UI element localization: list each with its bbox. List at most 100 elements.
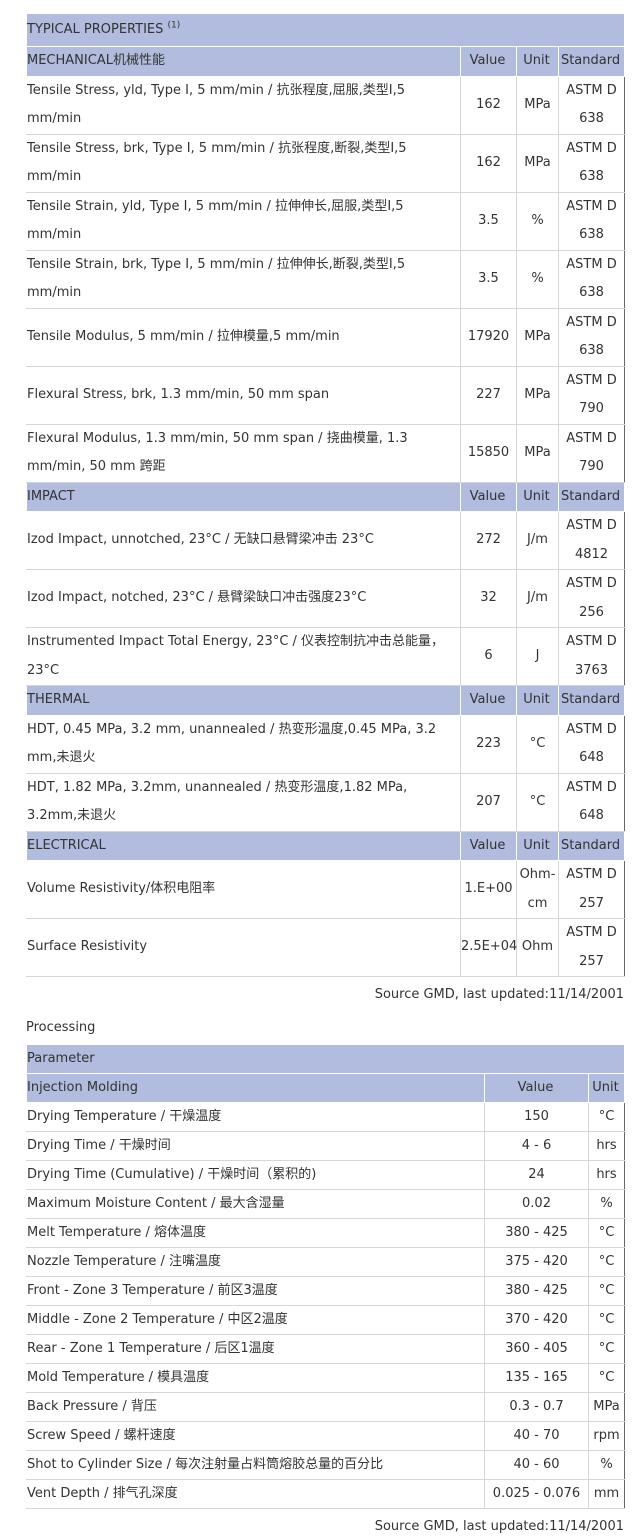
parameter-value: 380 - 425 [484, 1218, 589, 1248]
property-unit: J/m [516, 511, 559, 570]
property-value: 3.5 [460, 249, 517, 309]
property-name: Flexural Stress, brk, 1.3 mm/min, 50 mm … [26, 365, 461, 425]
property-unit: J [516, 627, 559, 686]
typical-properties-table: TYPICAL PROPERTIES (1) MECHANICAL机械性能 Va… [25, 13, 626, 977]
unit-header: Unit [516, 481, 559, 512]
unit-header: Unit [516, 830, 559, 861]
parameter-name: Vent Depth / 排气孔深度 [26, 1479, 485, 1509]
parameter-value: 135 - 165 [484, 1363, 589, 1393]
table-row: Drying Time (Cumulative) / 干燥时间（累积的) 24 … [26, 1160, 625, 1190]
property-value: 227 [460, 365, 517, 425]
table-row: Drying Time / 干燥时间 4 - 6 hrs [26, 1131, 625, 1161]
parameter-unit: °C [588, 1102, 625, 1132]
property-standard: ASTM D 638 [557, 249, 625, 309]
parameter-value: 24 [484, 1160, 589, 1190]
value-header: Value [460, 830, 517, 861]
parameter-unit: rpm [588, 1421, 625, 1451]
property-standard: ASTM D 790 [557, 423, 625, 483]
table-row: Screw Speed / 螺杆速度 40 - 70 rpm [26, 1421, 625, 1451]
parameter-name: Back Pressure / 背压 [26, 1392, 485, 1422]
table-row: Middle - Zone 2 Temperature / 中区2温度 370 … [26, 1305, 625, 1335]
property-name: HDT, 0.45 MPa, 3.2 mm, unannealed / 热变形温… [26, 714, 461, 774]
standard-header: Standard [557, 46, 626, 77]
property-unit: MPa [516, 423, 559, 483]
section-header-injection-molding: Injection Molding Value Unit [26, 1073, 625, 1103]
section-name: ELECTRICAL [26, 830, 461, 861]
parameter-unit: hrs [588, 1131, 625, 1161]
table-row: Vent Depth / 排气孔深度 0.025 - 0.076 mm [26, 1479, 625, 1509]
property-name: Volume Resistivity/体积电阻率 [26, 860, 461, 919]
parameter-unit: MPa [588, 1392, 625, 1422]
property-unit: MPa [516, 307, 559, 367]
table-row: HDT, 0.45 MPa, 3.2 mm, unannealed / 热变形温… [26, 714, 625, 774]
parameter-value: 360 - 405 [484, 1334, 589, 1364]
section-name: THERMAL [26, 685, 461, 716]
parameter-name: Mold Temperature / 模具温度 [26, 1363, 485, 1393]
parameter-name: Front - Zone 3 Temperature / 前区3温度 [26, 1276, 485, 1306]
parameter-unit: °C [588, 1276, 625, 1306]
table-row: Drying Temperature / 干燥温度 150 °C [26, 1102, 625, 1132]
processing-heading: Processing [26, 1020, 96, 1035]
parameter-value: 375 - 420 [484, 1247, 589, 1277]
parameter-unit: hrs [588, 1160, 625, 1190]
property-value: 15850 [460, 423, 517, 483]
property-unit: % [516, 191, 559, 251]
section-header-mechanical: MECHANICAL机械性能 Value Unit Standard [26, 46, 626, 77]
parameter-unit: % [588, 1450, 625, 1480]
table-title-row: TYPICAL PROPERTIES (1) [25, 13, 626, 47]
unit-header: Unit [516, 685, 559, 716]
section-header-thermal: THERMAL Value Unit Standard [26, 685, 626, 716]
table-row: Mold Temperature / 模具温度 135 - 165 °C [26, 1363, 625, 1393]
property-value: 17920 [460, 307, 517, 367]
property-value: 1.E+00 [460, 860, 517, 919]
value-header: Value [460, 481, 517, 512]
property-value: 2.5E+04 [460, 918, 517, 977]
source-note: Source GMD, last updated:11/14/2001 [374, 1519, 624, 1534]
parameter-name: Drying Time / 干燥时间 [26, 1131, 485, 1161]
title-footnote: (1) [167, 20, 181, 31]
parameter-value: 0.02 [484, 1189, 589, 1219]
table-title: TYPICAL PROPERTIES [27, 22, 164, 37]
standard-header: Standard [557, 830, 626, 861]
property-unit: MPa [516, 133, 559, 193]
table-row: Flexural Modulus, 1.3 mm/min, 50 mm span… [26, 423, 625, 483]
unit-header: Unit [516, 46, 559, 77]
table-row: Nozzle Temperature / 注嘴温度 375 - 420 °C [26, 1247, 625, 1277]
property-name: Tensile Modulus, 5 mm/min / 拉伸模量,5 mm/mi… [26, 307, 461, 367]
property-standard: ASTM D 638 [557, 75, 625, 135]
property-standard: ASTM D 4812 [557, 511, 625, 570]
property-name: Tensile Strain, yld, Type I, 5 mm/min / … [26, 191, 461, 251]
table-row: Maximum Moisture Content / 最大含湿量 0.02 % [26, 1189, 625, 1219]
property-name: Izod Impact, unnotched, 23°C / 无缺口悬臂梁冲击 … [26, 511, 461, 570]
property-name: HDT, 1.82 MPa, 3.2mm, unannealed / 热变形温度… [26, 772, 461, 832]
table-row: Volume Resistivity/体积电阻率 1.E+00 Ohm-cm A… [26, 860, 625, 919]
property-standard: ASTM D 638 [557, 191, 625, 251]
property-name: Flexural Modulus, 1.3 mm/min, 50 mm span… [26, 423, 461, 483]
table-row: Shot to Cylinder Size / 每次注射量占料筒熔胶总量的百分比… [26, 1450, 625, 1480]
property-standard: ASTM D 257 [557, 918, 625, 977]
section-name: IMPACT [26, 481, 461, 512]
parameter-name: Drying Temperature / 干燥温度 [26, 1102, 485, 1132]
table-row: Tensile Stress, brk, Type I, 5 mm/min / … [26, 133, 625, 193]
property-value: 32 [460, 569, 517, 628]
property-value: 223 [460, 714, 517, 774]
property-name: Tensile Strain, brk, Type I, 5 mm/min / … [26, 249, 461, 309]
property-unit: Ohm-cm [516, 860, 559, 919]
table-row: Izod Impact, notched, 23°C / 悬臂梁缺口冲击强度23… [26, 569, 625, 628]
parameter-name: Shot to Cylinder Size / 每次注射量占料筒熔胶总量的百分比 [26, 1450, 485, 1480]
source-note: Source GMD, last updated:11/14/2001 [374, 987, 624, 1002]
property-unit: °C [516, 772, 559, 832]
value-header: Value [460, 46, 517, 77]
table-row: Tensile Stress, yld, Type I, 5 mm/min / … [26, 75, 625, 135]
property-unit: MPa [516, 75, 559, 135]
property-standard: ASTM D 257 [557, 860, 625, 919]
table-row: Flexural Stress, brk, 1.3 mm/min, 50 mm … [26, 365, 625, 425]
parameter-name: Maximum Moisture Content / 最大含湿量 [26, 1189, 485, 1219]
parameter-value: 4 - 6 [484, 1131, 589, 1161]
table-row: Surface Resistivity 2.5E+04 Ohm ASTM D 2… [26, 918, 625, 977]
property-name: Tensile Stress, yld, Type I, 5 mm/min / … [26, 75, 461, 135]
parameter-unit: °C [588, 1218, 625, 1248]
table-row: Tensile Modulus, 5 mm/min / 拉伸模量,5 mm/mi… [26, 307, 625, 367]
parameter-unit: °C [588, 1334, 625, 1364]
table-row: HDT, 1.82 MPa, 3.2mm, unannealed / 热变形温度… [26, 772, 625, 832]
